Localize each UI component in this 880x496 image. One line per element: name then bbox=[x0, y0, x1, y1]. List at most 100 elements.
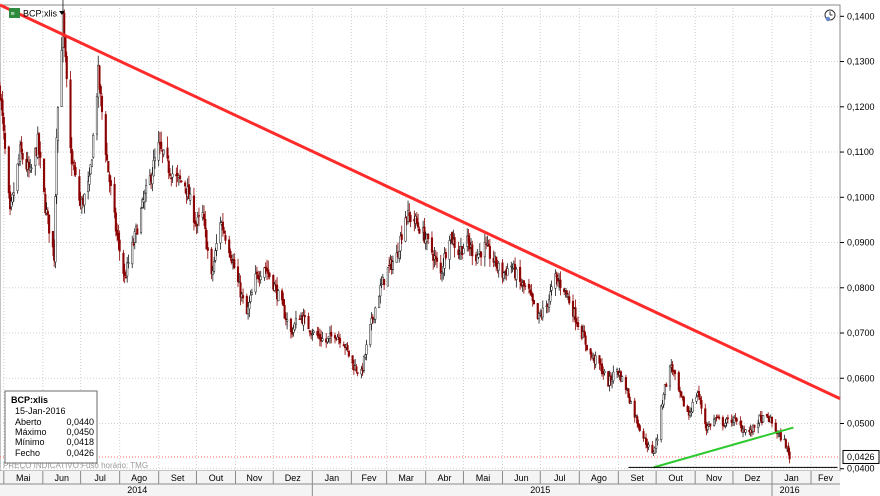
candle-body bbox=[56, 107, 59, 141]
x-month-label: Mar bbox=[398, 473, 414, 483]
candle-body bbox=[427, 233, 430, 240]
candle-body bbox=[74, 167, 77, 175]
candle-body bbox=[257, 274, 260, 280]
candle-body bbox=[453, 237, 456, 248]
last-price-value: 0,0426 bbox=[847, 452, 875, 462]
y-tick-label: 0,0500 bbox=[847, 418, 875, 428]
candle-body bbox=[471, 244, 474, 257]
candle-body bbox=[624, 377, 627, 390]
info-open-label: Aberto bbox=[15, 417, 42, 427]
candle-body bbox=[289, 318, 292, 332]
x-month-label: Nov bbox=[246, 473, 263, 483]
candle-body bbox=[721, 417, 724, 426]
candle-body bbox=[228, 239, 231, 254]
candle-body bbox=[448, 240, 451, 260]
candle-body bbox=[612, 371, 615, 382]
candle-body bbox=[71, 161, 75, 164]
candle-body bbox=[355, 366, 358, 372]
candle-body bbox=[105, 154, 109, 161]
candle-body bbox=[418, 228, 421, 234]
candle-body bbox=[46, 210, 49, 216]
candle-body bbox=[497, 262, 500, 271]
candle-body bbox=[362, 356, 366, 371]
candle-body bbox=[522, 280, 525, 287]
candle-body bbox=[92, 135, 95, 158]
candle-body bbox=[124, 276, 127, 279]
candle-body bbox=[224, 235, 227, 241]
candle-body bbox=[757, 423, 760, 428]
candle-body bbox=[564, 288, 567, 291]
candle-body bbox=[255, 271, 258, 274]
candle-body bbox=[248, 302, 251, 310]
candle-body bbox=[60, 50, 63, 107]
candle-body bbox=[594, 355, 597, 365]
candle-body bbox=[767, 415, 770, 419]
candle-body bbox=[584, 335, 587, 345]
info-box-title: BCP:xlis bbox=[11, 395, 48, 405]
candle-body bbox=[430, 237, 434, 253]
candle-body bbox=[515, 268, 518, 280]
candle-body bbox=[303, 315, 306, 318]
candle-body bbox=[779, 431, 782, 441]
candle-body bbox=[488, 245, 491, 259]
candle-body bbox=[205, 229, 208, 250]
candle-body bbox=[69, 79, 72, 149]
candle-body bbox=[263, 267, 266, 278]
year-axis-band bbox=[0, 484, 840, 496]
candle-body bbox=[439, 262, 442, 274]
candle-body bbox=[152, 160, 155, 177]
candle-body bbox=[351, 355, 354, 364]
candle-body bbox=[462, 248, 465, 254]
candle-body bbox=[691, 402, 694, 413]
candle-body bbox=[131, 242, 134, 265]
candle-body bbox=[735, 418, 738, 422]
x-month-label: Nov bbox=[706, 473, 723, 483]
candle-body bbox=[660, 405, 663, 440]
candle-body bbox=[524, 285, 527, 287]
candle-body bbox=[3, 132, 7, 149]
candle-body bbox=[762, 415, 765, 423]
candle-body bbox=[541, 307, 544, 318]
candle-body bbox=[55, 137, 58, 196]
candle-body bbox=[532, 299, 536, 304]
x-month-label: Mai bbox=[476, 473, 491, 483]
candle-body bbox=[107, 160, 110, 173]
x-month-label: Jul bbox=[94, 473, 106, 483]
candle-body bbox=[180, 180, 183, 183]
chart-title: BCP:xlis bbox=[23, 9, 58, 19]
candle-body bbox=[20, 142, 23, 153]
candle-body bbox=[725, 418, 728, 423]
candle-body bbox=[333, 335, 337, 339]
x-month-label: Jun bbox=[54, 473, 69, 483]
candle-body bbox=[37, 133, 41, 155]
x-month-label: Mai bbox=[16, 473, 31, 483]
candle-body bbox=[714, 418, 717, 420]
candle-body bbox=[179, 175, 182, 179]
candle-body bbox=[7, 146, 10, 194]
candle-body bbox=[90, 159, 93, 168]
candle-body bbox=[374, 307, 377, 320]
candle-body bbox=[302, 315, 305, 326]
x-month-label: Fev bbox=[361, 473, 377, 483]
candle-body bbox=[192, 195, 195, 223]
candle-body bbox=[64, 37, 67, 57]
candle-body bbox=[100, 96, 104, 113]
candle-body bbox=[409, 214, 412, 222]
candle-body bbox=[236, 266, 240, 282]
candle-body bbox=[259, 276, 262, 281]
candle-body bbox=[109, 180, 112, 186]
candle-body bbox=[153, 157, 156, 162]
candle-body bbox=[598, 355, 601, 364]
candle-body bbox=[223, 230, 226, 234]
candle-body bbox=[656, 438, 659, 442]
candle-body bbox=[550, 286, 553, 291]
candle-body bbox=[197, 215, 201, 217]
candle-body bbox=[298, 318, 301, 320]
symbol-selector[interactable]: ≡ BCP:xlis bbox=[9, 8, 65, 19]
exchange-badge-glyph: ≡ bbox=[11, 11, 15, 18]
x-month-label: Abr bbox=[438, 473, 452, 483]
candle-body bbox=[0, 85, 2, 99]
candle-body bbox=[126, 262, 129, 277]
candle-body bbox=[170, 177, 173, 180]
candle-body bbox=[400, 234, 403, 240]
